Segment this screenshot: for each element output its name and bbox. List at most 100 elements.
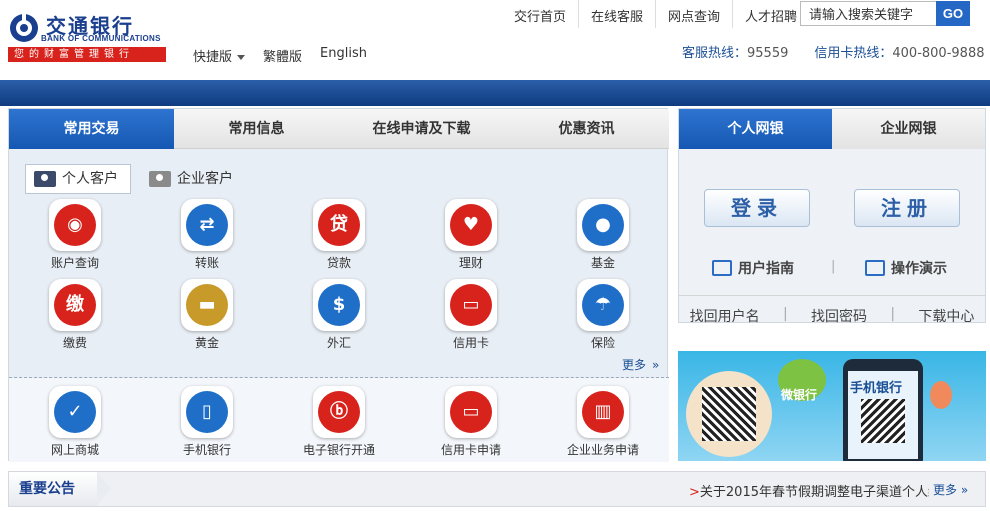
download-center-link[interactable]: 下载中心 (918, 306, 974, 326)
search-go-button[interactable]: GO (936, 1, 970, 26)
tab-personal-customer[interactable]: 个人客户 (25, 164, 131, 194)
main-tabs: 常用交易 常用信息 在线申请及下载 优惠资讯 (9, 109, 669, 149)
online-banking-tabs: 个人网银 企业网银 (679, 109, 985, 149)
service-loan[interactable]: 贷贷款 (289, 199, 389, 271)
find-password-link[interactable]: 找回密码 (811, 306, 867, 326)
notice-more-link[interactable]: 更多 » (933, 481, 968, 498)
service-credit-card[interactable]: ▭ 信用卡 (421, 279, 521, 351)
banner-band (0, 80, 990, 106)
notice-more-label: 更多 (933, 483, 958, 497)
tab-business-ebank[interactable]: 企业网银 (832, 109, 985, 149)
main-panel: 常用交易 常用信息 在线申请及下载 优惠资讯 个人客户 企业客户 ◉ 账户查询 ⇄ 转… (8, 108, 669, 462)
top-nav: 交行首页 在线客服 网点查询 人才招聘 (502, 0, 809, 28)
service-label: 企业业务申请 (566, 443, 639, 457)
mobile-bank-qr-code (861, 399, 905, 443)
icon-glyph: ▭ (462, 401, 480, 422)
quick-version-label: 快捷版 (193, 50, 233, 65)
separator: | (782, 306, 788, 322)
service-online-mall[interactable]: ✓ 网上商城 (25, 386, 125, 458)
header: 交通银行 BANK OF COMMUNICATIONS 您的财富管理银行 快捷版… (0, 0, 990, 80)
service-forex[interactable]: $ 外汇 (289, 279, 389, 351)
service-payment-bag[interactable]: 缴缴费 (25, 279, 125, 351)
icon-glyph: ✓ (67, 401, 83, 422)
tab-common-transactions[interactable]: 常用交易 (9, 109, 174, 149)
balloon-icon (930, 381, 952, 409)
transfer-icon: ⇄ (181, 199, 233, 251)
service-hotline-label: 客服热线： (682, 46, 748, 61)
wechat-qr-code (702, 387, 756, 441)
notice-bar: 重要公告 >关于2015年春节假期调整电子渠道个人结 更多 » (8, 471, 986, 507)
icon-glyph: ● (595, 214, 611, 235)
mobile-bank-ad-label: 手机银行 (850, 381, 903, 396)
arrow-right-icon: > (689, 485, 700, 499)
person-card-icon (34, 171, 56, 187)
service-label: 手机银行 (182, 443, 231, 457)
service-label: 电子银行开通 (302, 443, 375, 457)
icon-glyph: 贷 (330, 214, 348, 235)
quick-version-link[interactable]: 快捷版 (193, 46, 246, 65)
online-mall-icon: ✓ (49, 386, 101, 438)
more-label: 更多 (622, 358, 647, 372)
account-query-icon: ◉ (49, 199, 101, 251)
service-business-apply[interactable]: ▥ 企业业务申请 (553, 386, 653, 458)
nav-careers-link[interactable]: 人才招聘 (732, 0, 809, 28)
search-input[interactable] (800, 1, 937, 26)
wechat-bank-label: 微银行 (781, 388, 818, 402)
account-help-links: 找回用户名 | 找回密码 | 下载中心 (678, 306, 986, 326)
bank-logo[interactable]: 交通银行 BANK OF COMMUNICATIONS 您的财富管理银行 (8, 10, 168, 65)
nav-branch-query-link[interactable]: 网点查询 (655, 0, 732, 28)
tab-online-apply[interactable]: 在线申请及下载 (339, 109, 504, 149)
card-hotline: 信用卡热线：400-800-9888 (814, 42, 984, 61)
service-label: 信用卡申请 (440, 443, 501, 457)
tab-common-info[interactable]: 常用信息 (174, 109, 339, 149)
divider (679, 295, 985, 296)
forex-icon: $ (313, 279, 365, 331)
double-chevron-icon: » (960, 483, 969, 497)
tab-business-customer[interactable]: 企业客户 (141, 164, 245, 194)
demo-link[interactable]: 操作演示 (865, 258, 947, 278)
service-umbrella[interactable]: ☂ 保险 (553, 279, 653, 351)
tab-personal-ebank[interactable]: 个人网银 (679, 109, 832, 149)
monitor-demo-icon (865, 260, 885, 276)
tab-promotions[interactable]: 优惠资讯 (504, 109, 669, 149)
card-hotline-number: 400-800-9888 (892, 46, 985, 61)
business-card-icon (149, 171, 171, 187)
service-ebank-open[interactable]: ⓑ 电子银行开通 (289, 386, 389, 458)
icon-glyph: ⓑ (330, 401, 348, 422)
icon-glyph: ⇄ (199, 214, 215, 235)
more-services-link[interactable]: 更多 » (622, 356, 659, 373)
icon-glyph: ▯ (202, 401, 212, 422)
business-customer-label: 企业客户 (177, 171, 233, 187)
nav-home-link[interactable]: 交行首页 (502, 0, 578, 28)
credit-card-icon: ▭ (445, 279, 497, 331)
find-username-link[interactable]: 找回用户名 (690, 306, 760, 326)
mobile-bank-icon: ▯ (181, 386, 233, 438)
english-link[interactable]: English (320, 46, 367, 65)
personal-customer-label: 个人客户 (62, 171, 118, 187)
bank-name-en: BANK OF COMMUNICATIONS (41, 34, 161, 43)
service-card-apply[interactable]: ▭ 信用卡申请 (421, 386, 521, 458)
icon-glyph: ♥ (462, 214, 480, 235)
user-guide-label: 用户指南 (738, 261, 794, 277)
service-piggy-bank[interactable]: ♥ 理财 (421, 199, 521, 271)
card-hotline-label: 信用卡热线： (814, 46, 893, 61)
guide-document-icon (712, 260, 732, 276)
register-button[interactable]: 注册 (854, 189, 960, 227)
icon-glyph: ▥ (594, 401, 612, 422)
notice-item-link[interactable]: >关于2015年春节假期调整电子渠道个人结 (689, 481, 929, 499)
traditional-chinese-link[interactable]: 繁體版 (263, 46, 302, 65)
chevron-down-icon (237, 55, 246, 60)
login-button[interactable]: 登录 (704, 189, 810, 227)
service-account-query[interactable]: ◉ 账户查询 (25, 199, 125, 271)
separator: | (890, 306, 896, 322)
user-guide-link[interactable]: 用户指南 (712, 258, 794, 278)
nav-online-service-link[interactable]: 在线客服 (578, 0, 655, 28)
service-transfer[interactable]: ⇄ 转账 (157, 199, 257, 271)
service-gold-bars[interactable]: ▬ 黄金 (157, 279, 257, 351)
icon-glyph: $ (332, 294, 346, 315)
service-mobile-bank[interactable]: ▯ 手机银行 (157, 386, 257, 458)
service-fund-coins[interactable]: ● 基金 (553, 199, 653, 271)
ebank-open-icon: ⓑ (313, 386, 365, 438)
icon-glyph: ▬ (198, 294, 216, 315)
mobile-banking-ad[interactable]: 微银行 手机银行 (678, 351, 986, 461)
